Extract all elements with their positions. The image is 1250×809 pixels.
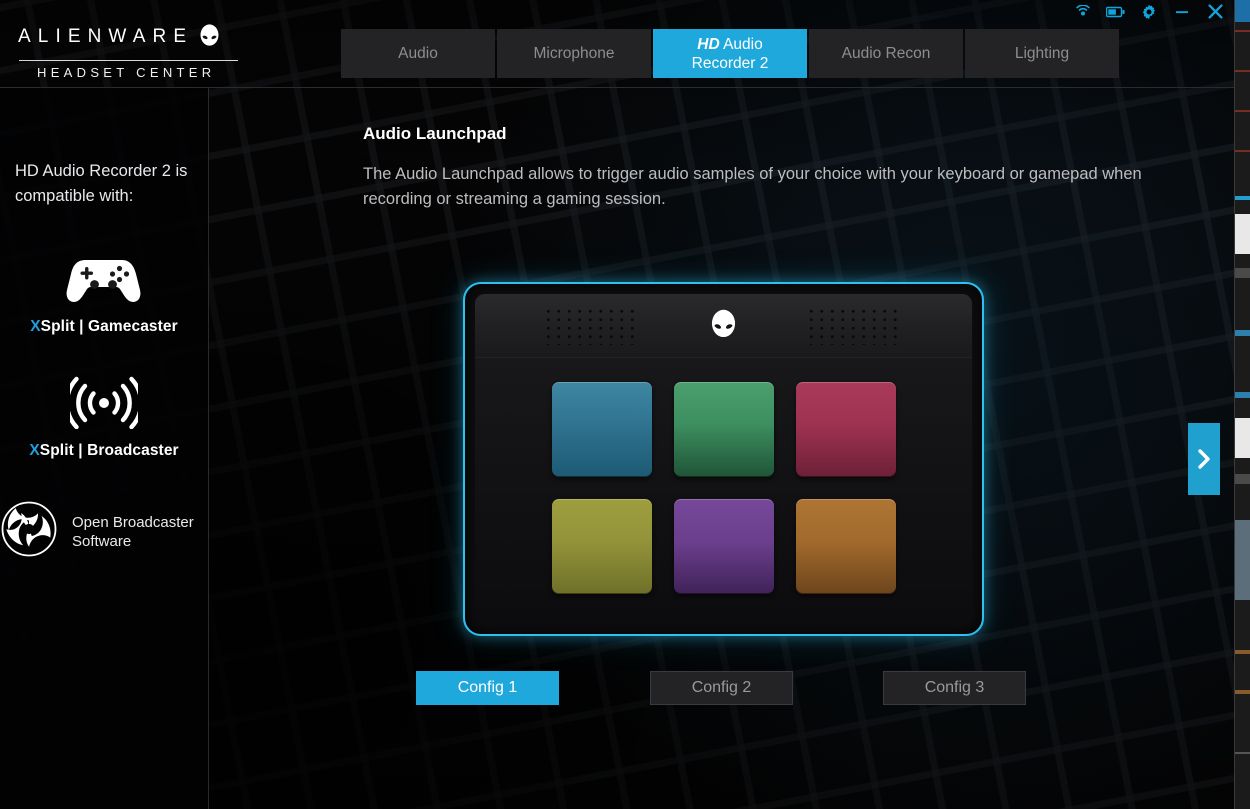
- background-window-edge[interactable]: [1234, 0, 1250, 809]
- battery-icon[interactable]: [1106, 2, 1126, 22]
- brand-subtitle: HEADSET CENTER: [37, 65, 216, 80]
- sidebar-item-label: XSplit | Gamecaster: [30, 318, 178, 336]
- speaker-grille-left-icon: [543, 306, 641, 345]
- main-content: Audio Launchpad The Audio Launchpad allo…: [209, 88, 1234, 809]
- config-button-label: Config 2: [691, 679, 752, 696]
- config-button-label: Config 3: [924, 679, 985, 696]
- close-icon[interactable]: [1205, 2, 1225, 22]
- tab-label-rest: Audio: [723, 35, 763, 53]
- gamepad-icon: [66, 251, 142, 310]
- next-page-button[interactable]: [1188, 423, 1220, 495]
- tab-label: Microphone: [533, 45, 615, 62]
- xsplit-name: Split | Broadcaster: [39, 442, 179, 459]
- launchpad-pad-3[interactable]: [795, 381, 896, 477]
- tab-hd-audio-recorder-2[interactable]: HD Audio Recorder 2: [653, 29, 807, 78]
- launchpad-pad-area: [475, 358, 972, 623]
- brand-name: ALIENWARE: [18, 26, 194, 47]
- tab-label: Audio Recon: [841, 45, 931, 62]
- tab-label-line2: Recorder 2: [691, 54, 769, 72]
- launchpad-pad-5[interactable]: [673, 498, 774, 594]
- sidebar-title: HD Audio Recorder 2 is compatible with:: [15, 162, 188, 205]
- xsplit-x-mark: X: [30, 318, 41, 335]
- tab-label: Audio: [398, 45, 438, 62]
- sidebar-item-label: XSplit | Broadcaster: [29, 442, 178, 460]
- tab-audio[interactable]: Audio: [341, 29, 495, 78]
- header-divider: [0, 87, 1234, 88]
- alienware-headset-center-window: ALIENWARE HEADSET CENTER Audio Microphon: [0, 0, 1250, 809]
- config-1-button[interactable]: Config 1: [416, 671, 559, 705]
- page-title: Audio Launchpad: [363, 124, 507, 143]
- tab-audio-recon[interactable]: Audio Recon: [809, 29, 963, 78]
- launchpad-pad-1[interactable]: [551, 381, 652, 477]
- brand-logo: ALIENWARE HEADSET CENTER: [18, 24, 253, 80]
- config-button-group: Config 1 Config 2 Config 3: [416, 671, 1028, 705]
- launchpad-pad-6[interactable]: [795, 498, 896, 594]
- tab-label-prefix: HD: [697, 35, 720, 53]
- xsplit-name: Split | Gamecaster: [40, 318, 178, 335]
- device-bezel: [475, 294, 972, 358]
- audio-launchpad-device: [463, 282, 984, 636]
- sidebar-item-label: Open Broadcaster Software: [72, 513, 194, 550]
- page-description: The Audio Launchpad allows to trigger au…: [363, 165, 1142, 208]
- launchpad-pad-2[interactable]: [673, 381, 774, 477]
- obs-logo-icon: [0, 500, 58, 563]
- config-2-button[interactable]: Config 2: [650, 671, 793, 705]
- launchpad-pad-4[interactable]: [551, 498, 652, 594]
- alienware-head-icon: [199, 24, 220, 50]
- sidebar-item-xsplit-gamecaster[interactable]: XSplit | Gamecaster: [0, 251, 208, 336]
- gear-icon[interactable]: [1139, 2, 1159, 22]
- sidebar-item-open-broadcaster-software[interactable]: Open Broadcaster Software: [0, 500, 208, 563]
- sidebar-item-xsplit-broadcaster[interactable]: XSplit | Broadcaster: [0, 375, 208, 460]
- xsplit-x-mark: X: [29, 442, 40, 459]
- launchpad-pad-grid: [551, 381, 896, 594]
- broadcast-waves-icon: [64, 375, 144, 434]
- tab-microphone[interactable]: Microphone: [497, 29, 651, 78]
- chevron-right-icon: [1196, 447, 1212, 471]
- tab-bar: Audio Microphone HD Audio Recorder 2 Aud…: [341, 29, 1119, 78]
- minimize-icon[interactable]: [1172, 2, 1192, 22]
- sidebar: HD Audio Recorder 2 is compatible with: …: [0, 88, 208, 809]
- sidebar-divider: [208, 88, 209, 809]
- title-bar: [0, 0, 1234, 23]
- wireless-icon[interactable]: [1073, 2, 1093, 22]
- config-button-label: Config 1: [457, 679, 518, 696]
- config-3-button[interactable]: Config 3: [883, 671, 1026, 705]
- alienware-head-icon: [710, 309, 737, 343]
- brand-divider: [19, 60, 238, 61]
- tab-lighting[interactable]: Lighting: [965, 29, 1119, 78]
- tab-label: Lighting: [1014, 45, 1070, 62]
- speaker-grille-right-icon: [806, 306, 904, 345]
